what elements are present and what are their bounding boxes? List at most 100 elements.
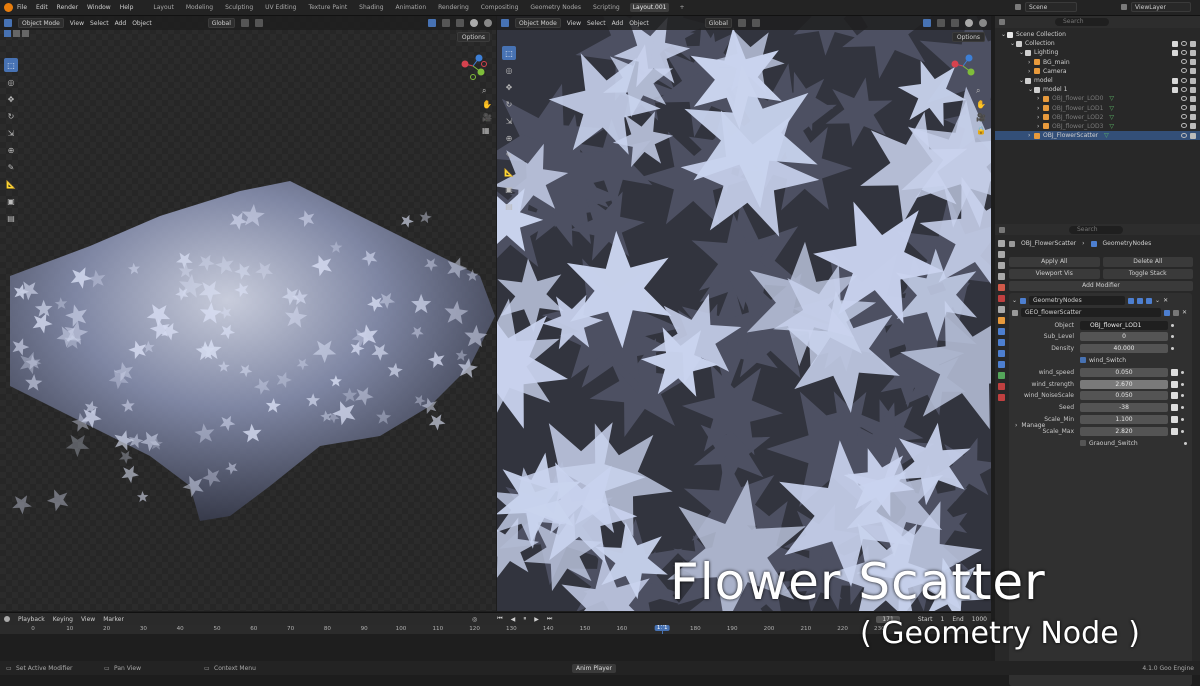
viewport-display-icon[interactable] <box>1137 297 1144 304</box>
orientation-dropdown[interactable]: Global <box>207 18 235 28</box>
view-layer-tab-icon[interactable] <box>997 273 1005 280</box>
gizmo-toggle-icon[interactable] <box>428 19 436 27</box>
outliner-item[interactable]: › OBJ_flower_LOD3 ▽ <box>995 122 1200 131</box>
attribute-toggle-icon[interactable] <box>1171 368 1178 376</box>
workspace-tab[interactable]: Texture Paint <box>306 3 349 12</box>
field-value[interactable]: 1.100 <box>1080 414 1168 424</box>
fake-user-icon[interactable] <box>1164 309 1170 316</box>
menu-select[interactable]: Select <box>90 20 109 27</box>
shading-solid-icon[interactable] <box>470 19 478 27</box>
field-value[interactable]: 0 <box>1080 332 1168 342</box>
cursor-icon[interactable]: ◎ <box>4 75 18 89</box>
field-value[interactable]: OBJ_flower_LOD1 <box>1080 320 1168 330</box>
menu-file[interactable]: File <box>17 4 27 11</box>
field-value[interactable]: 2.670 <box>1080 379 1168 389</box>
visibility-eye-icon[interactable] <box>1181 59 1187 65</box>
render-camera-icon[interactable] <box>1190 68 1196 75</box>
viewport-vis-button[interactable]: Viewport Vis <box>1009 269 1100 279</box>
workspace-tab[interactable]: Geometry Nodes <box>528 3 583 12</box>
select-new-icon[interactable] <box>4 30 11 37</box>
menu-edit[interactable]: Edit <box>36 4 48 11</box>
visibility-eye-icon[interactable] <box>1181 68 1187 74</box>
keyframe-dot-icon[interactable] <box>1171 347 1174 351</box>
select-subtract-icon[interactable] <box>22 30 29 37</box>
menu-window[interactable]: Window <box>87 4 111 11</box>
annotate-icon[interactable]: ✎ <box>4 160 18 174</box>
pan-hand-icon[interactable]: ✋ <box>482 100 492 109</box>
node-group-field[interactable]: GEO_flowerScatter <box>1021 308 1161 317</box>
visibility-eye-icon[interactable] <box>1181 86 1187 92</box>
visibility-eye-icon[interactable] <box>1181 95 1187 101</box>
annotate-icon[interactable]: ✎ <box>502 148 516 162</box>
exclude-checkbox[interactable] <box>1172 77 1178 84</box>
outliner-item[interactable]: › Camera <box>995 67 1200 76</box>
render-camera-icon[interactable] <box>1190 105 1196 112</box>
mode-dropdown[interactable]: Object Mode <box>515 18 561 28</box>
orientation-dropdown[interactable]: Global <box>704 18 732 28</box>
keyframe-dot-icon[interactable] <box>1181 370 1184 374</box>
attribute-toggle-icon[interactable] <box>1171 392 1178 400</box>
outliner-item[interactable]: › OBJ_flower_LOD0 ▽ <box>995 94 1200 103</box>
attribute-toggle-icon[interactable] <box>1171 380 1178 388</box>
render-camera-icon[interactable] <box>1190 114 1196 121</box>
snap-icon[interactable] <box>737 19 746 27</box>
keyframe-dot-icon[interactable] <box>1171 335 1174 339</box>
outliner-item[interactable]: ⌄ Scene Collection <box>995 30 1200 39</box>
edit-mode-icon[interactable] <box>1128 297 1135 304</box>
keyframe-dot-icon[interactable] <box>1181 382 1184 386</box>
overlay-icon[interactable] <box>442 19 450 27</box>
measure-icon[interactable]: 📐 <box>502 165 516 179</box>
playback-menu[interactable]: Playback <box>18 616 45 623</box>
camera-view-icon[interactable]: 🎥 <box>976 113 986 122</box>
viewport-right[interactable]: Object Mode View Select Add Object Globa… <box>497 16 991 611</box>
move-icon[interactable]: ✥ <box>4 92 18 106</box>
cursor-icon[interactable]: ◎ <box>502 63 516 77</box>
delete-all-button[interactable]: Delete All <box>1102 257 1193 267</box>
visibility-eye-icon[interactable] <box>1181 123 1187 129</box>
workspace-tab[interactable]: UV Editing <box>263 3 298 12</box>
timeline-ruler[interactable]: 0 10 20 30 40 50 60 70 80 90 100 110 120 130 140 150 160… <box>0 625 991 634</box>
workspace-tab[interactable]: Sculpting <box>223 3 255 12</box>
add-cube-icon[interactable]: ▣ <box>502 182 516 196</box>
keyframe-dot-icon[interactable] <box>1171 323 1174 327</box>
camera-view-icon[interactable]: 🎥 <box>482 113 492 122</box>
properties-search[interactable]: Search <box>1069 225 1123 234</box>
zoom-icon[interactable]: ⌕ <box>976 86 986 96</box>
render-display-icon[interactable] <box>1146 297 1153 304</box>
proportional-icon[interactable] <box>254 19 263 27</box>
outliner-item[interactable]: ⌄ Collection <box>995 39 1200 48</box>
xray-icon[interactable] <box>456 19 464 27</box>
xray-icon[interactable] <box>951 19 959 27</box>
outliner-display-icon[interactable] <box>999 19 1005 25</box>
modifier-tab-icon[interactable] <box>997 328 1005 335</box>
outliner-item[interactable]: › OBJ_flower_LOD2 ▽ <box>995 113 1200 122</box>
field-value[interactable]: 0.050 <box>1080 367 1168 377</box>
visibility-eye-icon[interactable] <box>1181 49 1187 55</box>
options-button[interactable]: Options <box>951 32 985 42</box>
rotate-icon[interactable]: ↻ <box>4 109 18 123</box>
collection-tab-icon[interactable] <box>997 306 1005 313</box>
object-tab-icon[interactable] <box>997 317 1005 324</box>
viewport-left[interactable]: Object Mode View Select Add Object Globa… <box>0 16 496 611</box>
visibility-eye-icon[interactable] <box>1181 77 1187 83</box>
render-tab-icon[interactable] <box>997 251 1005 258</box>
navigation-gizmo[interactable] <box>947 50 979 82</box>
field-value[interactable]: -38 <box>1080 403 1168 413</box>
attribute-toggle-icon[interactable] <box>1171 427 1178 435</box>
proportional-icon[interactable] <box>751 19 760 27</box>
shading-material-icon[interactable] <box>979 19 987 27</box>
select-box-icon[interactable]: ⬚ <box>502 46 516 60</box>
outliner-item[interactable]: › OBJ_FlowerScatter ▽ <box>995 131 1200 141</box>
collapse-chevron-icon[interactable]: ⌄ <box>1012 297 1017 304</box>
data-tab-icon[interactable] <box>997 372 1005 379</box>
visibility-eye-icon[interactable] <box>1181 132 1187 138</box>
exclude-checkbox[interactable] <box>1172 86 1178 93</box>
checkbox[interactable] <box>1080 440 1086 446</box>
add-cube-icon[interactable]: ▣ <box>4 194 18 208</box>
outliner-item[interactable]: › BG_main <box>995 58 1200 67</box>
field-value[interactable]: 40.000 <box>1080 344 1168 354</box>
keyframe-dot-icon[interactable] <box>1181 406 1184 410</box>
visibility-eye-icon[interactable] <box>1181 40 1187 46</box>
pan-hand-icon[interactable]: ✋ <box>976 100 986 109</box>
render-camera-icon[interactable] <box>1190 49 1196 56</box>
